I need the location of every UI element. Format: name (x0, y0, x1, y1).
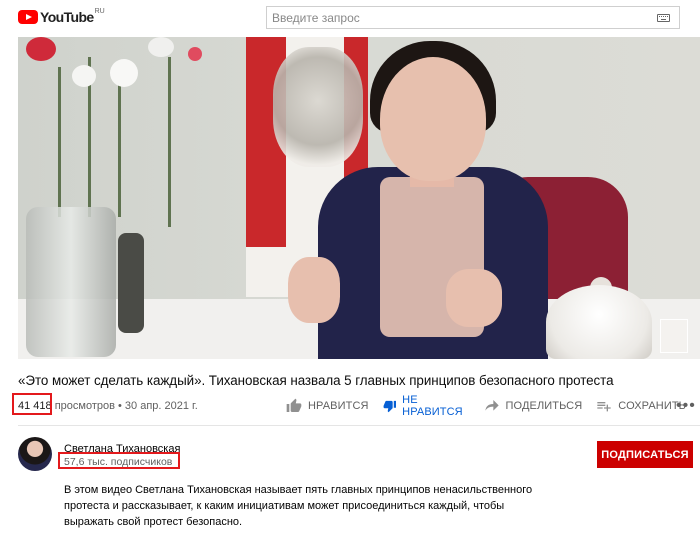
playlist-add-icon (597, 402, 611, 412)
youtube-logo[interactable]: YouTube RU (18, 7, 105, 25)
video-thumbnail-overlay[interactable] (660, 319, 688, 353)
youtube-play-icon (18, 10, 38, 24)
speaker-hand (446, 269, 502, 327)
share-icon (484, 400, 499, 411)
statuette (118, 233, 144, 333)
divider (18, 425, 700, 426)
description-line: В этом видео Светлана Тихановская называ… (64, 484, 533, 496)
publish-date: • 30 апр. 2021 г. (114, 400, 198, 412)
share-button[interactable]: ПОДЕЛИТЬСЯ (484, 398, 583, 414)
subscriber-count-highlight (58, 452, 180, 469)
youtube-watch-page: YouTube RU Введите запрос «Это может сде… (0, 0, 700, 533)
knitted-hat (546, 285, 652, 359)
masthead: YouTube RU (0, 0, 700, 34)
thumbs-down-icon (383, 400, 396, 413)
flower-stem (168, 57, 171, 227)
vase (26, 207, 116, 357)
flower (188, 47, 202, 61)
flower (72, 65, 96, 87)
dislike-label: НЕ НРАВИТСЯ (402, 394, 463, 418)
description-line: выражать свой протест безопасно. (64, 516, 243, 528)
channel-avatar[interactable] (18, 437, 52, 471)
flower (26, 37, 56, 61)
save-button[interactable]: СОХРАНИТЬ (596, 398, 686, 414)
subscribe-button[interactable]: ПОДПИСАТЬСЯ (597, 441, 693, 468)
share-label: ПОДЕЛИТЬСЯ (505, 400, 583, 412)
more-actions-icon[interactable]: ••• (676, 398, 696, 414)
video-description: В этом видео Светлана Тихановская называ… (64, 482, 533, 530)
speaker-hand (288, 257, 340, 323)
video-actions: НРАВИТСЯ НЕ НРАВИТСЯ ПОДЕЛИТЬСЯ СОХРАНИТ… (286, 394, 700, 418)
like-label: НРАВИТСЯ (308, 400, 369, 412)
flower (110, 59, 138, 87)
video-title: «Это может сделать каждый». Тихановская … (18, 373, 614, 388)
logo-region: RU (94, 7, 105, 15)
flower-stem (118, 77, 121, 217)
search-box (266, 6, 680, 29)
view-count-highlight (12, 393, 52, 415)
speaker-face (380, 57, 486, 181)
views-label: просмотров (51, 400, 115, 412)
flag-emblem (273, 47, 363, 167)
search-input[interactable] (272, 10, 642, 25)
flower (148, 37, 174, 57)
keyboard-icon[interactable] (657, 14, 670, 22)
thumbs-up-icon (286, 398, 302, 412)
description-line: протеста и рассказывает, к каким инициат… (64, 500, 505, 512)
logo-text: YouTube (40, 9, 94, 25)
video-player[interactable] (18, 37, 700, 359)
flower-stem (58, 67, 61, 217)
like-button[interactable]: НРАВИТСЯ (286, 398, 369, 414)
dislike-button[interactable]: НЕ НРАВИТСЯ (383, 394, 470, 418)
